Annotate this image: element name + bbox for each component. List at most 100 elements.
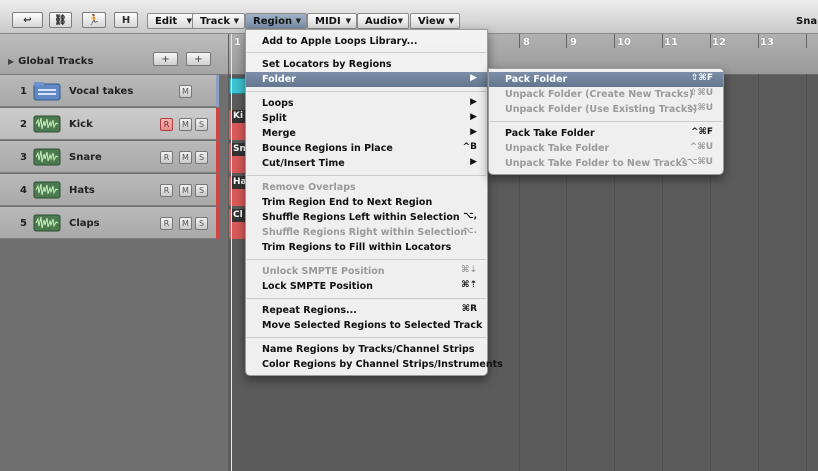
record-label: R xyxy=(163,186,170,195)
shortcut-label: ⌥. xyxy=(463,226,477,236)
track-row[interactable]: 1 Vocal takes M xyxy=(0,75,219,107)
menu-item-loops[interactable]: Loops ▶ xyxy=(246,96,487,111)
menu-item-label: Name Regions by Tracks/Channel Strips xyxy=(262,344,475,355)
menu-item-shuffle-right[interactable]: Shuffle Regions Right within Selection ⌥. xyxy=(246,225,487,240)
grid-line xyxy=(758,74,759,471)
menu-item-cut-insert-time[interactable]: Cut/Insert Time ▶ xyxy=(246,156,487,171)
hide-button[interactable]: H xyxy=(114,12,138,28)
track-name[interactable]: Kick xyxy=(69,119,93,130)
folder-submenu: Pack Folder ⇧⌘F Unpack Folder (Create New… xyxy=(488,68,724,175)
menu-item-trim-fill-locators[interactable]: Trim Regions to Fill within Locators xyxy=(246,240,487,255)
solo-button[interactable]: S xyxy=(195,151,208,164)
menu-audio[interactable]: Audio ▼ xyxy=(357,13,409,29)
ruler-tick xyxy=(758,34,759,48)
track-row[interactable]: 4 Hats R M S xyxy=(0,174,219,206)
menu-item-trim-end[interactable]: Trim Region End to Next Region xyxy=(246,195,487,210)
mute-button[interactable]: M xyxy=(179,118,192,131)
menu-midi[interactable]: MIDI ▼ xyxy=(307,13,357,29)
menu-item-unpack-take-folder-new-tracks[interactable]: Unpack Take Folder to New Tracks ^⌥⌘U xyxy=(489,156,723,171)
menu-item-add-to-apple-loops[interactable]: Add to Apple Loops Library... xyxy=(246,34,487,49)
menu-edit-label: Edit xyxy=(155,15,178,27)
menu-separator xyxy=(247,259,486,260)
track-name[interactable]: Claps xyxy=(69,218,100,229)
submenu-arrow-icon: ▶ xyxy=(470,157,477,167)
back-button[interactable]: ↩ xyxy=(12,12,43,28)
snap-label[interactable]: Snap xyxy=(796,16,818,27)
track-row[interactable]: 5 Claps R M S xyxy=(0,207,219,239)
menu-item-split[interactable]: Split ▶ xyxy=(246,111,487,126)
solo-button[interactable]: S xyxy=(195,118,208,131)
menu-item-name-regions[interactable]: Name Regions by Tracks/Channel Strips xyxy=(246,342,487,357)
chevron-down-icon: ▼ xyxy=(345,17,351,25)
track-name[interactable]: Vocal takes xyxy=(69,86,133,97)
menu-region[interactable]: Region ▼ xyxy=(245,13,307,29)
global-tracks-label: Global Tracks xyxy=(18,56,94,67)
audio-waveform-icon xyxy=(33,148,61,166)
track-name[interactable]: Hats xyxy=(69,185,95,196)
link-button[interactable]: ⛓ xyxy=(49,12,72,28)
shortcut-label: ^⌘U xyxy=(689,142,713,152)
mute-button[interactable]: M xyxy=(179,217,192,230)
record-enable-button[interactable]: R xyxy=(160,184,173,197)
menu-edit[interactable]: Edit ▼ xyxy=(147,13,198,29)
grid-line xyxy=(806,74,807,471)
add-track-button[interactable]: + xyxy=(153,52,178,66)
menu-item-folder[interactable]: Folder ▶ xyxy=(246,72,487,87)
record-enable-button[interactable]: R xyxy=(160,151,173,164)
track-color-strip xyxy=(216,174,219,206)
catch-button[interactable]: 🏃 xyxy=(82,12,106,28)
menu-item-label: Unpack Folder (Create New Tracks) xyxy=(505,89,694,100)
submenu-arrow-icon: ▶ xyxy=(470,127,477,137)
menu-item-remove-overlaps[interactable]: Remove Overlaps xyxy=(246,180,487,195)
menu-item-color-regions[interactable]: Color Regions by Channel Strips/Instrume… xyxy=(246,357,503,372)
menu-track[interactable]: Track ▼ xyxy=(192,13,245,29)
menu-item-set-locators[interactable]: Set Locators by Regions xyxy=(246,57,487,72)
submenu-arrow-icon: ▶ xyxy=(470,73,477,83)
menu-item-merge[interactable]: Merge ▶ xyxy=(246,126,487,141)
menu-item-label: Merge xyxy=(262,128,296,139)
menu-item-label: Folder xyxy=(262,74,296,85)
track-name[interactable]: Snare xyxy=(69,152,102,163)
menu-item-lock-smpte[interactable]: Lock SMPTE Position ⌘⇡ xyxy=(246,279,487,294)
track-number: 5 xyxy=(20,218,27,229)
menu-item-label: Cut/Insert Time xyxy=(262,158,345,169)
mute-button[interactable]: M xyxy=(179,151,192,164)
menu-item-bounce-in-place[interactable]: Bounce Regions in Place ^B xyxy=(246,141,487,156)
ruler-tick xyxy=(519,34,520,48)
menu-item-move-to-track[interactable]: Move Selected Regions to Selected Track xyxy=(246,318,487,333)
solo-label: S xyxy=(198,153,205,162)
menu-item-unlock-smpte[interactable]: Unlock SMPTE Position ⌘⇣ xyxy=(246,264,487,279)
shortcut-label: ⇧⌘U xyxy=(689,88,713,98)
menu-item-shuffle-left[interactable]: Shuffle Regions Left within Selection ⌥, xyxy=(246,210,487,225)
menu-item-pack-folder[interactable]: Pack Folder ⇧⌘F xyxy=(489,72,723,87)
menu-item-label: Pack Take Folder xyxy=(505,128,595,139)
global-tracks-toggle[interactable]: ▶ Global Tracks xyxy=(8,56,93,67)
menu-item-pack-take-folder[interactable]: Pack Take Folder ^⌘F xyxy=(489,126,723,141)
add-folder-track-button[interactable]: + xyxy=(186,52,211,66)
menu-item-label: Add to Apple Loops Library... xyxy=(262,36,418,47)
menu-item-label: Lock SMPTE Position xyxy=(262,281,373,292)
track-row[interactable]: 3 Snare R M S xyxy=(0,141,219,173)
menu-view[interactable]: View ▼ xyxy=(410,13,460,29)
menu-separator xyxy=(247,52,486,53)
menu-item-unpack-folder-new[interactable]: Unpack Folder (Create New Tracks) ⇧⌘U xyxy=(489,87,723,102)
menu-item-label: Loops xyxy=(262,98,294,109)
playhead[interactable] xyxy=(231,34,232,471)
ruler-bar-number: 10 xyxy=(617,37,631,48)
solo-button[interactable]: S xyxy=(195,217,208,230)
mute-button[interactable]: M xyxy=(179,184,192,197)
menu-audio-label: Audio xyxy=(365,15,398,27)
record-enable-button[interactable]: R xyxy=(160,118,173,131)
track-row[interactable]: 2 Kick R M S xyxy=(0,108,219,140)
global-tracks-header[interactable]: ▶ Global Tracks + + xyxy=(0,34,228,75)
menu-item-unpack-take-folder[interactable]: Unpack Take Folder ^⌘U xyxy=(489,141,723,156)
ruler-tick xyxy=(566,34,567,48)
menu-region-label: Region xyxy=(253,15,293,27)
menu-item-unpack-folder-existing[interactable]: Unpack Folder (Use Existing Tracks) ⌥⌘U xyxy=(489,102,723,117)
record-enable-button[interactable]: R xyxy=(160,217,173,230)
region-menu: Add to Apple Loops Library... Set Locato… xyxy=(245,29,503,376)
menu-item-repeat-regions[interactable]: Repeat Regions... ⌘R xyxy=(246,303,487,318)
solo-button[interactable]: S xyxy=(195,184,208,197)
mute-button[interactable]: M xyxy=(179,85,192,98)
mute-label: M xyxy=(182,219,189,228)
